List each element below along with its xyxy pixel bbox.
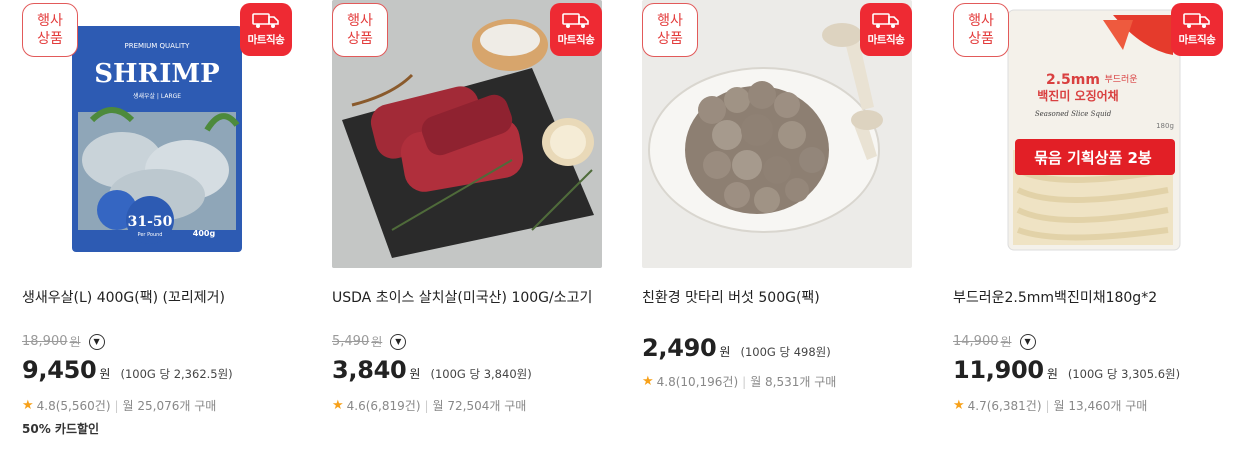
event-product-badge: 행사 상품 (332, 3, 388, 57)
rating-info: ★ 4.8(10,196건) | 월 8,531개 구매 (642, 373, 836, 390)
monthly-purchase: 월 72,504개 구매 (432, 399, 527, 413)
star-icon: ★ (642, 374, 654, 389)
direct-ship-badge: 마트직송 (860, 3, 912, 56)
svg-text:생새우살 | LARGE: 생새우살 | LARGE (133, 92, 181, 100)
chevron-down-icon[interactable]: ▼ (390, 333, 407, 350)
svg-text:백진미 오징어채: 백진미 오징어채 (1037, 88, 1118, 103)
star-icon: ★ (953, 398, 965, 413)
delivery-truck-icon (562, 13, 589, 28)
sale-price: 2,490 원 (100G 당 498원) (642, 334, 831, 362)
divider: | (424, 398, 429, 413)
rating-score: 4.8(5,560건) (36, 399, 111, 413)
star-icon: ★ (22, 398, 34, 413)
monthly-purchase: 월 8,531개 구매 (750, 375, 837, 389)
rating-score: 4.8(10,196건) (656, 375, 739, 389)
delivery-truck-icon (1183, 13, 1210, 28)
event-product-badge: 행사 상품 (953, 3, 1009, 57)
divider: | (742, 374, 747, 389)
product-image[interactable]: 2.5mm 부드러운 백진미 오징어채 Seasoned Slice Squid… (953, 0, 1223, 268)
unit-price: (100G 당 3,305.6원) (1067, 367, 1181, 381)
sale-price: 3,840 원 (100G 당 3,840원) (332, 356, 532, 384)
chevron-down-icon[interactable]: ▼ (1019, 333, 1036, 350)
svg-text:180g: 180g (1156, 122, 1174, 130)
product-title[interactable]: 친환경 맛타리 버섯 500G(팩) (642, 287, 820, 307)
monthly-purchase: 월 25,076개 구매 (122, 399, 217, 413)
direct-ship-badge: 마트직송 (240, 3, 292, 56)
product-title[interactable]: 생새우살(L) 400G(팩) (꼬리제거) (22, 287, 225, 307)
delivery-truck-icon (252, 13, 279, 28)
svg-text:400g: 400g (193, 229, 216, 238)
product-image[interactable]: PREMIUM QUALITY SHRIMP 생새우살 | LARGE 31-5… (22, 0, 292, 268)
unit-price: (100G 당 2,362.5원) (120, 367, 233, 381)
chevron-down-icon[interactable]: ▼ (88, 333, 105, 350)
svg-text:부드러운: 부드러운 (1104, 74, 1137, 85)
event-product-badge: 행사 상품 (22, 3, 78, 57)
card-discount-promo: 50% 카드할인 (22, 422, 100, 436)
product-image[interactable]: 행사 상품 마트직송 (642, 0, 912, 268)
unit-price: (100G 당 3,840원) (430, 367, 532, 381)
product-title[interactable]: 부드러운2.5mm백진미채180g*2 (953, 287, 1157, 307)
rating-info: ★ 4.7(6,381건) | 월 13,460개 구매 (953, 397, 1147, 414)
product-title[interactable]: USDA 초이스 살치살(미국산) 100G/소고기 (332, 287, 592, 307)
sale-price: 9,450 원 (100G 당 2,362.5원) (22, 356, 233, 384)
rating-score: 4.7(6,381건) (967, 399, 1042, 413)
sale-price: 11,900 원 (100G 당 3,305.6원) (953, 356, 1181, 384)
original-price: 18,900 원 ▼ (22, 333, 105, 350)
svg-text:Per Pound: Per Pound (138, 232, 163, 238)
svg-text:SHRIMP: SHRIMP (94, 59, 219, 89)
direct-ship-badge: 마트직송 (550, 3, 602, 56)
original-price: 14,900 원 ▼ (953, 333, 1036, 350)
direct-ship-badge: 마트직송 (1171, 3, 1223, 56)
product-image[interactable]: 행사 상품 마트직송 (332, 0, 602, 268)
event-product-badge: 행사 상품 (642, 3, 698, 57)
divider: | (114, 398, 119, 413)
svg-text:2.5mm: 2.5mm (1046, 72, 1100, 88)
product-grid: PREMIUM QUALITY SHRIMP 생새우살 | LARGE 31-5… (0, 0, 1233, 452)
rating-info: ★ 4.6(6,819건) | 월 72,504개 구매 (332, 397, 526, 414)
svg-text:묶음 기획상품 2봉: 묶음 기획상품 2봉 (1034, 149, 1152, 167)
original-price: 5,490 원 ▼ (332, 333, 407, 350)
svg-text:PREMIUM QUALITY: PREMIUM QUALITY (125, 42, 191, 50)
delivery-truck-icon (872, 13, 899, 28)
rating-info: ★ 4.8(5,560건) | 월 25,076개 구매 (22, 397, 216, 414)
monthly-purchase: 월 13,460개 구매 (1053, 399, 1148, 413)
svg-text:31-50: 31-50 (128, 214, 173, 230)
star-icon: ★ (332, 398, 344, 413)
divider: | (1045, 398, 1050, 413)
rating-score: 4.6(6,819건) (346, 399, 421, 413)
unit-price: (100G 당 498원) (740, 345, 831, 359)
svg-text:Seasoned Slice Squid: Seasoned Slice Squid (1035, 110, 1112, 118)
